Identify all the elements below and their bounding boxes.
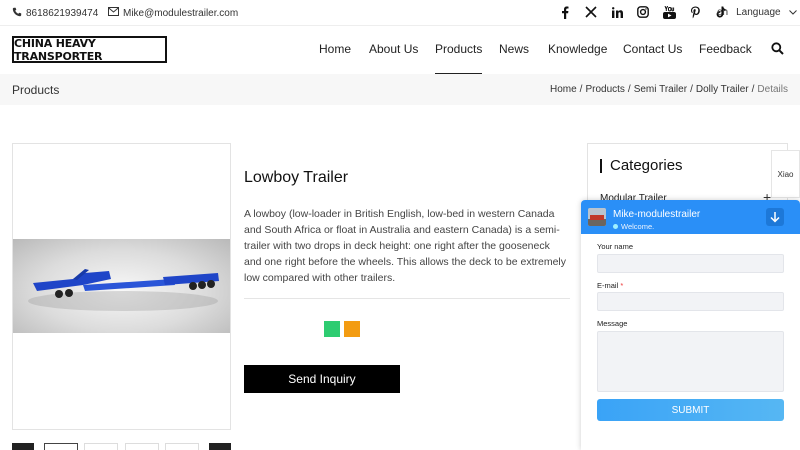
breadcrumb-semi-trailer[interactable]: Semi Trailer (634, 84, 687, 95)
message-field-label: Message (597, 319, 628, 328)
linkedin-icon[interactable] (610, 5, 624, 19)
page-title: Products (12, 83, 60, 97)
submit-button[interactable]: SUBMIT (597, 399, 784, 421)
youtube-icon[interactable] (662, 5, 676, 19)
heading-accent-bar (600, 159, 602, 173)
minimize-chat-button[interactable] (766, 208, 784, 226)
send-inquiry-button[interactable]: Send Inquiry (244, 365, 400, 393)
product-title: Lowboy Trailer (244, 169, 349, 186)
share-orange-icon[interactable] (344, 321, 360, 337)
email-field[interactable] (597, 292, 784, 311)
search-icon[interactable] (771, 42, 785, 56)
breadcrumb-dolly-trailer[interactable]: Dolly Trailer (696, 84, 749, 95)
x-icon[interactable] (584, 5, 598, 19)
breadcrumb-band: Products Home / Products / Semi Trailer / D… (0, 74, 800, 105)
chat-status: Welcome. (613, 222, 654, 231)
name-field[interactable] (597, 254, 784, 273)
language-selector[interactable]: en Language (717, 7, 797, 18)
chat-widget: Mike-modulestrailer Welcome. Your name E… (581, 200, 800, 450)
email-contact[interactable]: Mike@modulestrailer.com (108, 7, 238, 19)
chat-status-text: Welcome. (621, 222, 655, 231)
thumbnail-prev-arrow[interactable] (12, 443, 34, 450)
product-image (13, 239, 230, 333)
nav-feedback[interactable]: Feedback (699, 42, 752, 56)
breadcrumb-separator: / (751, 84, 755, 95)
online-dot-icon (613, 224, 618, 229)
chevron-down-icon (788, 7, 797, 18)
language-code: en (717, 7, 729, 18)
product-image-panel[interactable] (12, 143, 231, 430)
social-links (558, 5, 728, 19)
required-marker: * (620, 281, 624, 290)
breadcrumb-separator: / (579, 84, 583, 95)
top-bar: 8618621939474 Mike@modulestrailer.com en… (0, 0, 800, 26)
nav-news[interactable]: News (499, 42, 529, 56)
thumbnail-next-arrow[interactable] (209, 443, 231, 450)
nav-contact-us[interactable]: Contact Us (623, 42, 682, 56)
thumbnail-strip (12, 443, 231, 450)
product-description: A lowboy (low-loader in British English,… (244, 208, 566, 284)
phone-contact[interactable]: 8618621939474 (12, 7, 98, 20)
thumbnail[interactable] (165, 443, 199, 450)
categories-heading: Categories (610, 157, 683, 174)
chat-agent-name: Mike-modulestrailer (613, 209, 701, 220)
site-header: CHINA HEAVY TRANSPORTER Home About Us Pr… (0, 26, 800, 75)
submit-label: SUBMIT (671, 404, 710, 416)
email-label-text: E-mail (597, 281, 619, 290)
breadcrumb-separator: / (690, 84, 693, 95)
arrow-down-icon (770, 212, 780, 223)
side-chat-tab[interactable]: Xiao (771, 150, 800, 198)
site-logo[interactable]: CHINA HEAVY TRANSPORTER (12, 36, 167, 63)
language-label: Language (736, 7, 781, 18)
breadcrumb-current: Details (757, 84, 788, 95)
breadcrumb-products[interactable]: Products (585, 84, 624, 95)
nav-about-us[interactable]: About Us (369, 42, 418, 56)
phone-icon (12, 7, 22, 20)
send-inquiry-label: Send Inquiry (288, 372, 356, 386)
divider (244, 298, 570, 299)
phone-number: 8618621939474 (26, 8, 99, 19)
logo-text: CHINA HEAVY TRANSPORTER (14, 36, 103, 63)
name-field-label: Your name (597, 242, 633, 251)
breadcrumb-home[interactable]: Home (550, 84, 577, 95)
nav-knowledge[interactable]: Knowledge (548, 42, 607, 56)
nav-home[interactable]: Home (319, 42, 351, 56)
share-green-icon[interactable] (324, 321, 340, 337)
breadcrumb-separator: / (627, 84, 631, 95)
thumbnail[interactable] (84, 443, 118, 450)
nav-products[interactable]: Products (435, 42, 483, 75)
thumbnail[interactable] (44, 443, 78, 450)
email-field-label: E-mail * (597, 281, 623, 290)
instagram-icon[interactable] (636, 5, 650, 19)
avatar (588, 208, 606, 226)
email-address: Mike@modulestrailer.com (123, 7, 239, 19)
mail-icon (108, 7, 119, 19)
side-chat-tab-label: Xiao (777, 169, 794, 179)
breadcrumb: Home / Products / Semi Trailer / Dolly Trai… (550, 84, 788, 95)
pinterest-icon[interactable] (688, 5, 702, 19)
message-field[interactable] (597, 331, 784, 392)
categories-panel: Categories Modular Trailer + (587, 143, 788, 205)
thumbnail[interactable] (125, 443, 159, 450)
facebook-icon[interactable] (558, 5, 572, 19)
chat-header[interactable]: Mike-modulestrailer Welcome. (581, 200, 800, 234)
